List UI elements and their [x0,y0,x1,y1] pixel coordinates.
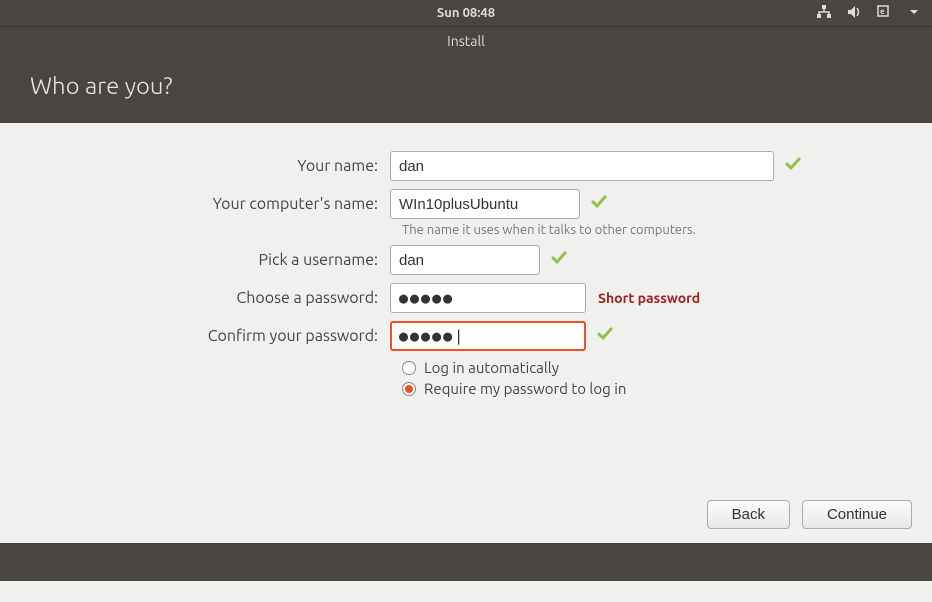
window-titlebar: Install [0,26,932,54]
confirm-label: Confirm your password: [40,327,390,345]
username-input[interactable] [390,245,540,275]
username-label: Pick a username: [40,251,390,269]
check-icon [784,155,802,177]
window-title: Install [447,33,485,49]
input-method-icon[interactable]: e [876,4,892,23]
system-tray: e [816,4,922,23]
confirm-input[interactable]: ●●●●● [390,321,586,351]
footer-bar [0,543,932,581]
check-icon [550,249,568,271]
clock: Sun 08:48 [437,6,495,20]
login-require-option[interactable]: Require my password to log in [402,380,892,397]
login-require-label: Require my password to log in [424,380,626,397]
computer-input[interactable] [390,189,580,219]
svg-text:e: e [880,7,885,16]
dropdown-icon[interactable] [906,4,922,23]
radio-icon [402,382,416,396]
nav-buttons: Back Continue [707,500,912,529]
login-auto-label: Log in automatically [424,359,559,376]
password-warning: Short password [598,290,700,306]
form-content: Your name: Your computer's name: The nam… [0,123,932,543]
login-options: Log in automatically Require my password… [402,359,892,397]
network-icon[interactable] [816,4,832,23]
continue-button[interactable]: Continue [802,500,912,529]
computer-label: Your computer's name: [40,195,390,213]
name-label: Your name: [40,157,390,175]
name-input[interactable] [390,151,774,181]
page-heading: Who are you? [30,72,173,99]
volume-icon[interactable] [846,4,862,23]
password-input[interactable]: ●●●●● [390,283,586,313]
system-topbar: Sun 08:48 e [0,0,932,26]
login-auto-option[interactable]: Log in automatically [402,359,892,376]
check-icon [590,193,608,215]
password-label: Choose a password: [40,289,390,307]
back-button[interactable]: Back [707,500,790,529]
check-icon [596,325,614,347]
page-header: Who are you? [0,54,932,123]
computer-helper: The name it uses when it talks to other … [402,223,892,237]
radio-icon [402,361,416,375]
